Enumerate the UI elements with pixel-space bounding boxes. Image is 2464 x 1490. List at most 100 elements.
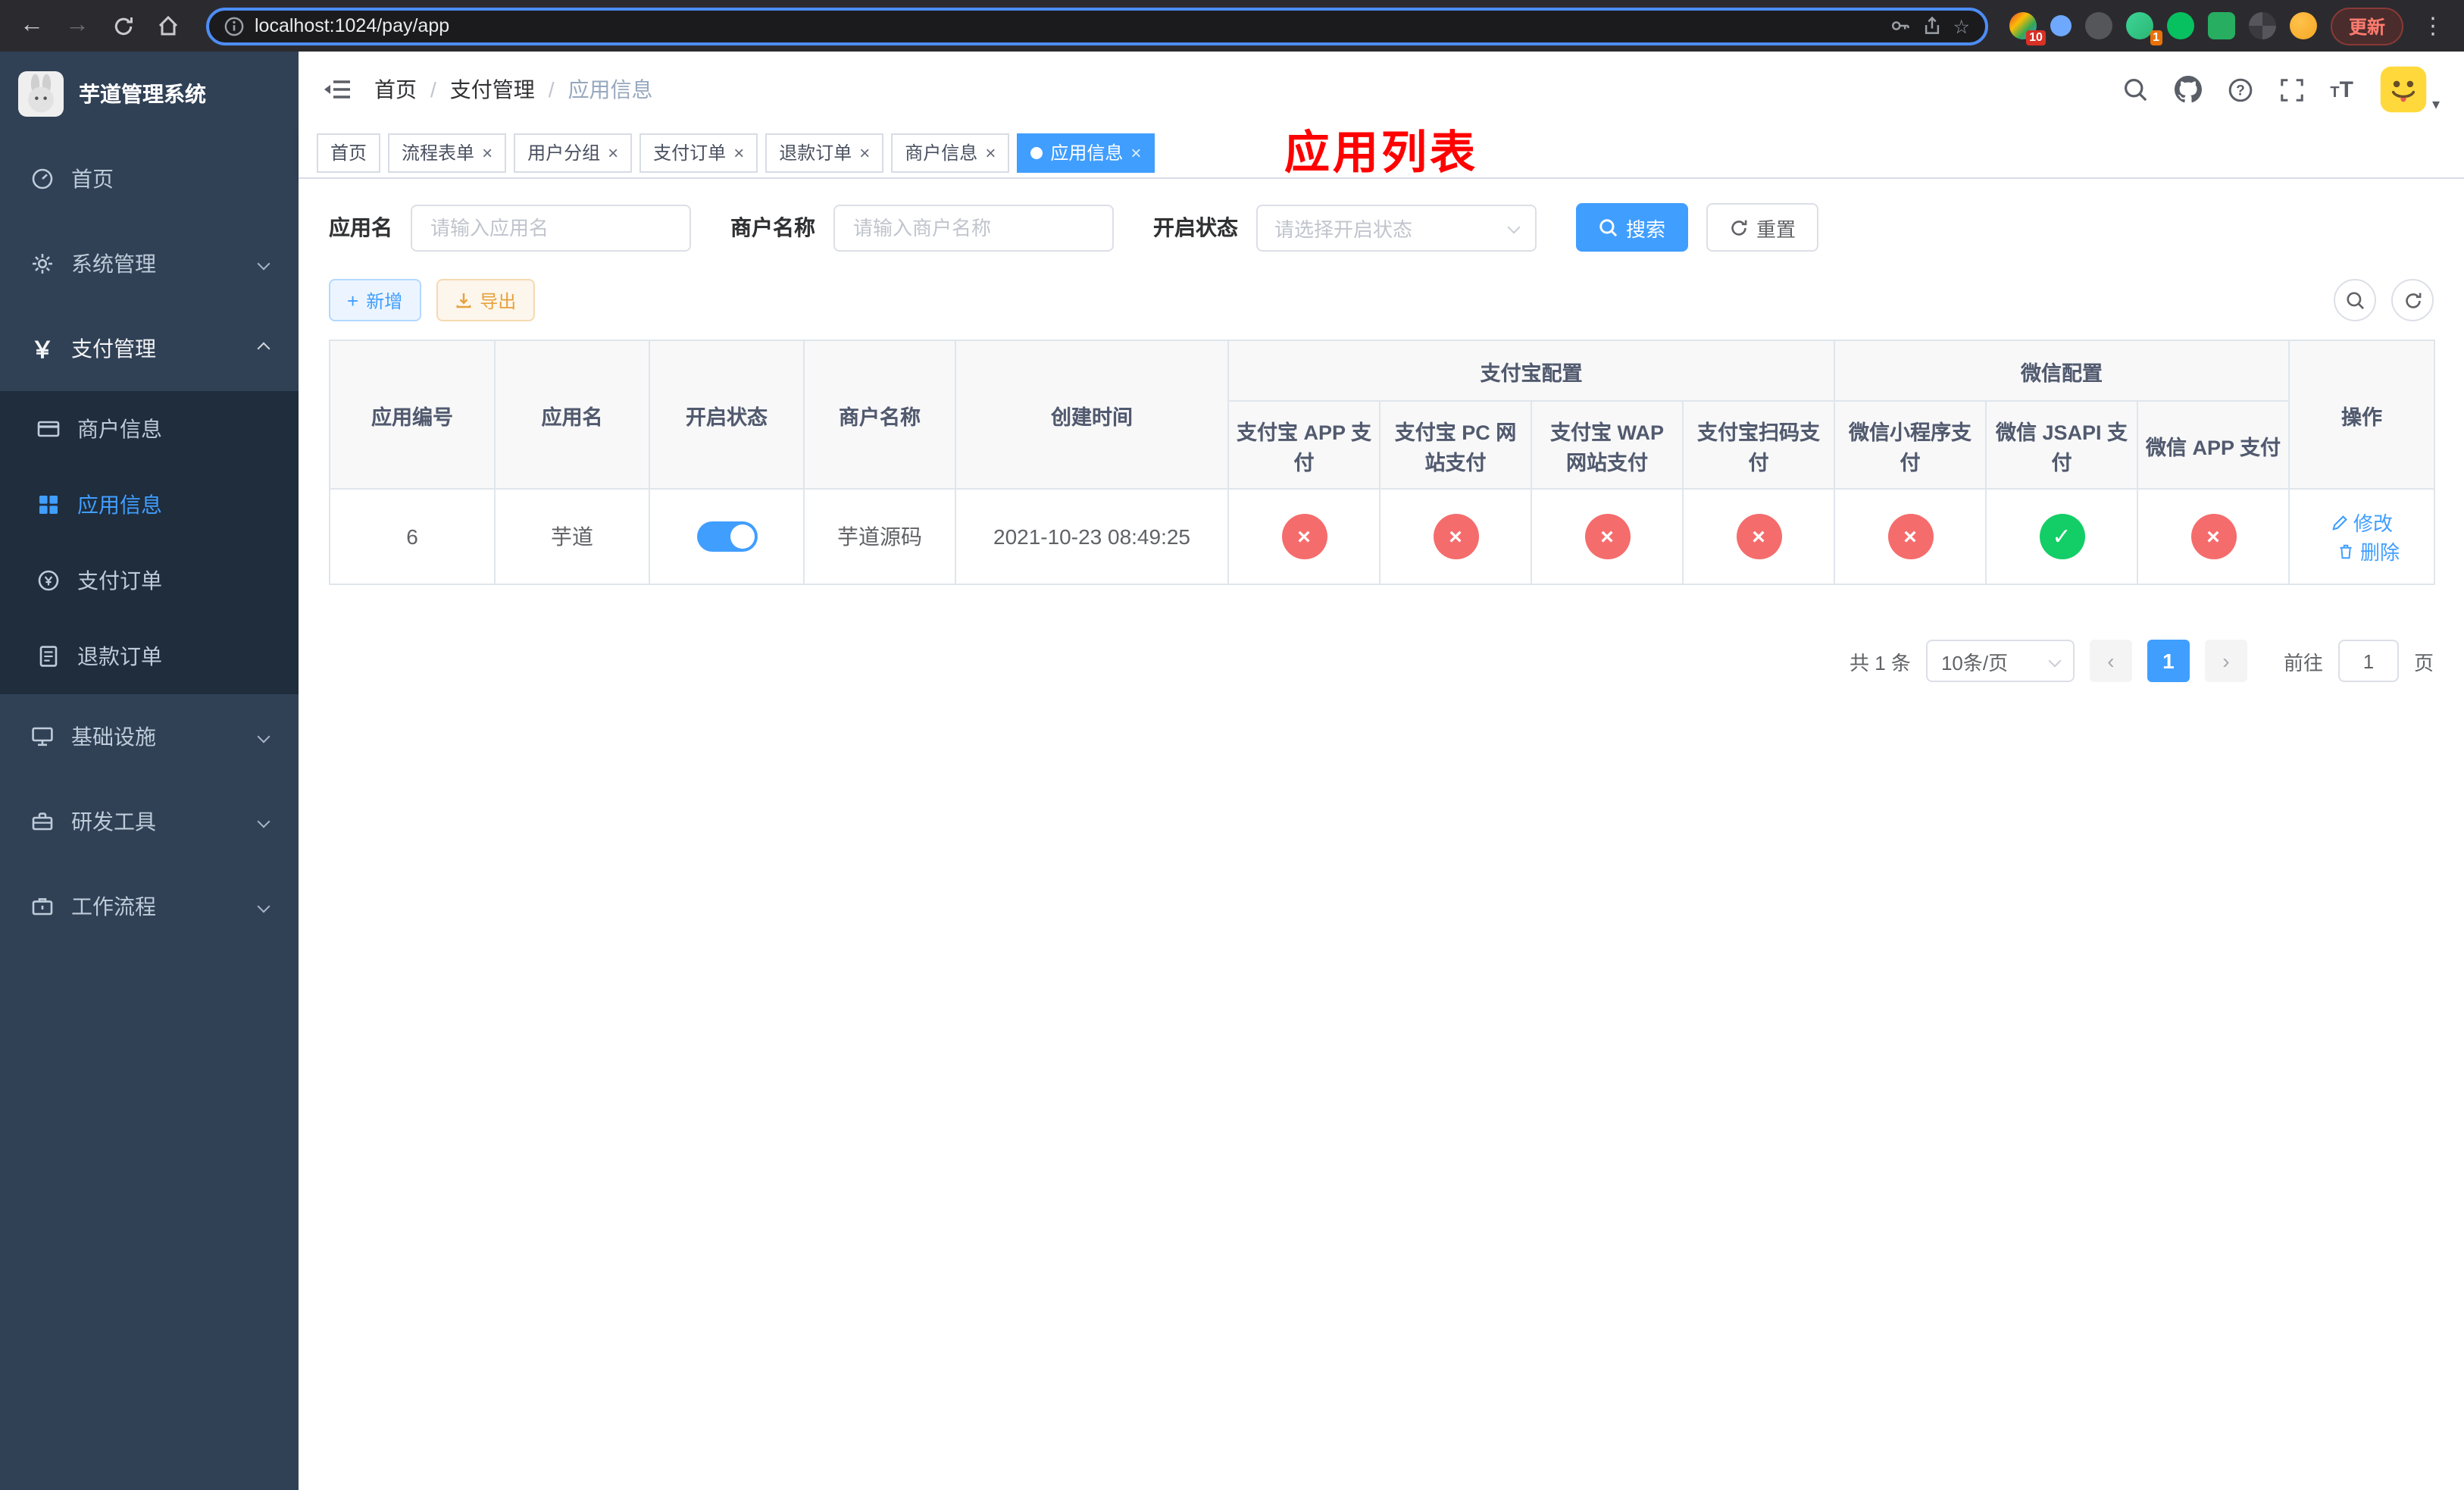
- close-icon[interactable]: ×: [1130, 143, 1141, 161]
- navbar-actions: ? TT ▾: [2122, 65, 2440, 114]
- table-row: 6 芋道 芋道源码 2021-10-23 08:49:25 × × × × × …: [329, 488, 2435, 585]
- browser-update-button[interactable]: 更新: [2330, 7, 2403, 45]
- close-icon[interactable]: ×: [985, 143, 996, 161]
- goto-page-input[interactable]: [2337, 640, 2399, 682]
- cell-merchant: 芋道源码: [803, 488, 956, 585]
- col-header-wx-lite: 微信小程序支付: [1834, 400, 1987, 490]
- fullscreen-icon[interactable]: [2278, 77, 2304, 102]
- reset-button[interactable]: 重置: [1706, 203, 1819, 252]
- sidebar-item-home[interactable]: 首页: [0, 136, 299, 221]
- help-icon[interactable]: ?: [2227, 77, 2253, 102]
- address-bar[interactable]: localhost:1024/pay/app ☆: [206, 7, 1988, 45]
- site-info-icon[interactable]: [224, 16, 244, 36]
- prev-page-button[interactable]: ‹: [2089, 640, 2132, 682]
- trash-icon: [2340, 543, 2353, 559]
- sidebar-item-refund-order[interactable]: 退款订单: [0, 618, 299, 694]
- password-key-icon[interactable]: [1890, 15, 1911, 36]
- sidebar-item-devtools[interactable]: 研发工具: [0, 779, 299, 864]
- sidebar-item-app-info[interactable]: 应用信息: [0, 467, 299, 543]
- app-name-input[interactable]: [411, 204, 691, 251]
- extension-icon-1[interactable]: 10: [2009, 12, 2046, 45]
- profile-avatar[interactable]: [2289, 12, 2317, 39]
- refresh-table-button[interactable]: [2391, 279, 2434, 321]
- tab-app-info[interactable]: 应用信息 ×: [1017, 133, 1155, 172]
- breadcrumb-home[interactable]: 首页: [374, 74, 417, 105]
- sidebar-item-system[interactable]: 系统管理: [0, 221, 299, 306]
- goto-label: 前往: [2283, 651, 2323, 674]
- next-page-button[interactable]: ›: [2204, 640, 2247, 682]
- app-table: 应用编号 应用名 开启状态 商户名称 创建时间 支付宝配置 微信配置 操作 支付…: [329, 340, 2435, 585]
- extension-icon-6[interactable]: [2207, 12, 2235, 39]
- reload-icon[interactable]: [106, 9, 139, 42]
- page-size-select[interactable]: 10条/页: [1925, 640, 2075, 682]
- sidebar-collapse-icon[interactable]: [323, 74, 353, 105]
- chevron-down-icon: [2048, 654, 2062, 668]
- edit-link[interactable]: 修改: [2331, 508, 2393, 537]
- github-icon[interactable]: [2174, 76, 2202, 103]
- toggle-search-button[interactable]: [2334, 279, 2376, 321]
- url-text: localhost:1024/pay/app: [255, 15, 450, 36]
- share-icon[interactable]: [1921, 15, 1943, 36]
- merchant-name-input[interactable]: [833, 204, 1114, 251]
- home-icon[interactable]: [152, 9, 185, 42]
- goto-unit-label: 页: [2413, 651, 2434, 674]
- user-avatar[interactable]: ▾: [2379, 65, 2440, 114]
- back-icon[interactable]: ←: [15, 9, 48, 42]
- close-icon[interactable]: ×: [608, 143, 618, 161]
- tab-pay-order[interactable]: 支付订单 ×: [639, 133, 758, 172]
- close-icon[interactable]: ×: [733, 143, 744, 161]
- status-select[interactable]: 请选择开启状态: [1256, 204, 1537, 251]
- sidebar-item-infrastructure[interactable]: 基础设施: [0, 694, 299, 779]
- col-group-alipay: 支付宝配置: [1227, 340, 1835, 402]
- tab-process-form[interactable]: 流程表单 ×: [388, 133, 507, 172]
- extension-icon-3[interactable]: [2084, 12, 2112, 39]
- extension-icon-2[interactable]: [2050, 15, 2072, 36]
- forward-icon[interactable]: →: [61, 9, 94, 42]
- breadcrumb-separator: /: [548, 77, 555, 102]
- cell-status: [649, 488, 805, 585]
- alipay-wap-status-icon: ×: [1584, 514, 1630, 559]
- status-label: 开启状态: [1153, 215, 1238, 239]
- tab-refund-order[interactable]: 退款订单 ×: [765, 133, 884, 172]
- col-header-status: 开启状态: [649, 340, 805, 490]
- close-icon[interactable]: ×: [859, 143, 870, 161]
- yen-icon: ￥: [30, 337, 54, 363]
- status-toggle[interactable]: [696, 521, 757, 552]
- breadcrumb-payment[interactable]: 支付管理: [450, 74, 535, 105]
- search-icon: [2346, 291, 2363, 308]
- search-button[interactable]: 搜索: [1576, 203, 1689, 252]
- browser-extensions: 10 1 更新 ⋮: [2009, 7, 2449, 45]
- sidebar-item-payment[interactable]: ￥ 支付管理: [0, 306, 299, 391]
- cell-app-id: 6: [329, 488, 496, 585]
- tab-user-group[interactable]: 用户分组 ×: [514, 133, 633, 172]
- extension-icon-7[interactable]: [2248, 12, 2276, 39]
- bookmark-star-icon[interactable]: ☆: [1953, 14, 1970, 37]
- sidebar-item-workflow[interactable]: 工作流程: [0, 864, 299, 949]
- payment-submenu: 商户信息 应用信息 支付订单 退款订单: [0, 391, 299, 694]
- extension-icon-5[interactable]: [2166, 12, 2194, 39]
- search-icon[interactable]: [2122, 77, 2148, 102]
- close-icon[interactable]: ×: [482, 143, 492, 161]
- browser-menu-icon[interactable]: ⋮: [2417, 12, 2449, 39]
- tab-merchant-info[interactable]: 商户信息 ×: [891, 133, 1010, 172]
- sidebar-item-merchant-info[interactable]: 商户信息: [0, 391, 299, 467]
- table-toolbar-right: [2334, 279, 2434, 321]
- extension-icon-4[interactable]: 1: [2125, 12, 2162, 45]
- extension-badge: 10: [2026, 30, 2046, 45]
- font-size-icon[interactable]: TT: [2330, 77, 2353, 102]
- delete-link[interactable]: 删除: [2337, 537, 2400, 565]
- add-button[interactable]: + 新增: [329, 279, 421, 321]
- export-button[interactable]: 导出: [436, 279, 535, 321]
- pencil-icon: [2332, 515, 2347, 530]
- page-number-1[interactable]: 1: [2147, 640, 2190, 682]
- sidebar-item-pay-order[interactable]: 支付订单: [0, 543, 299, 618]
- breadcrumb: 首页 / 支付管理 / 应用信息: [374, 74, 653, 105]
- tab-home[interactable]: 首页: [317, 133, 381, 172]
- bank-card-icon: [36, 417, 61, 441]
- pagination-total: 共 1 条: [1850, 651, 1911, 674]
- table-toolbar: + 新增 导出: [329, 279, 2434, 321]
- document-icon: [36, 644, 61, 668]
- search-icon: [1599, 218, 1618, 236]
- col-header-wx-jsapi: 微信 JSAPI 支付: [1985, 400, 2138, 490]
- avatar-emoji: [2380, 66, 2427, 113]
